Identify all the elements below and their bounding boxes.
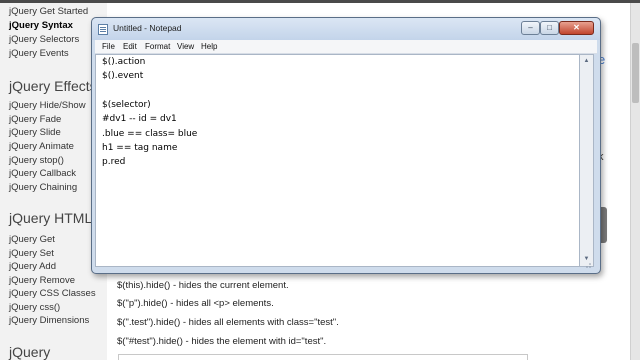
text-line: #dv1 -- id = dv1: [102, 114, 177, 124]
sidebar-link-get-started[interactable]: jQuery Get Started: [9, 6, 88, 17]
sidebar-link-chaining[interactable]: jQuery Chaining: [9, 182, 77, 193]
menu-view[interactable]: View: [177, 42, 194, 51]
page-right-edge: e k: [598, 3, 630, 360]
sidebar-link-events[interactable]: jQuery Events: [9, 48, 69, 59]
sidebar-link-fade[interactable]: jQuery Fade: [9, 114, 61, 125]
sidebar-link-slide[interactable]: jQuery Slide: [9, 127, 61, 138]
sidebar-link-selectors[interactable]: jQuery Selectors: [9, 34, 79, 45]
content-example-line: $("#test").hide() - hides the element wi…: [117, 336, 327, 347]
notepad-title-bar[interactable]: Untitled - Notepad – □ ✕: [92, 18, 600, 40]
notepad-title: Untitled - Notepad: [113, 23, 182, 33]
content-example-line: $("p").hide() - hides all <p> elements.: [117, 298, 274, 309]
notepad-vertical-scrollbar[interactable]: ▲ ▼: [580, 54, 594, 267]
sidebar-link-hide-show[interactable]: jQuery Hide/Show: [9, 100, 86, 111]
close-button[interactable]: ✕: [559, 21, 594, 35]
sidebar-link-css-classes[interactable]: jQuery CSS Classes: [9, 288, 96, 299]
text-line: p.red: [102, 157, 126, 167]
minimize-button[interactable]: –: [521, 21, 540, 35]
scroll-up-arrow-icon[interactable]: ▲: [582, 57, 591, 66]
content-example-line: $(this).hide() - hides the current eleme…: [117, 280, 289, 291]
sidebar-link-css[interactable]: jQuery css(): [9, 302, 60, 313]
menu-help[interactable]: Help: [201, 42, 217, 51]
content-example-box: [118, 354, 528, 360]
notepad-window[interactable]: Untitled - Notepad – □ ✕ File Edit Forma…: [91, 17, 601, 274]
sidebar-link-get[interactable]: jQuery Get: [9, 234, 55, 245]
menu-format[interactable]: Format: [145, 42, 170, 51]
content-example-line: $(".test").hide() - hides all elements w…: [117, 317, 339, 328]
menu-edit[interactable]: Edit: [123, 42, 137, 51]
notepad-menu-bar: File Edit Format View Help: [95, 40, 597, 54]
sidebar-link-syntax[interactable]: jQuery Syntax: [9, 20, 73, 31]
menu-file[interactable]: File: [102, 42, 115, 51]
sidebar-link-set[interactable]: jQuery Set: [9, 248, 54, 259]
sidebar-link-stop[interactable]: jQuery stop(): [9, 155, 64, 166]
sidebar-link-callback[interactable]: jQuery Callback: [9, 168, 76, 179]
maximize-button[interactable]: □: [540, 21, 559, 35]
notepad-text-area[interactable]: $().action $().event $(selector) #dv1 --…: [95, 54, 580, 267]
sidebar-heading-html: jQuery HTML: [9, 210, 93, 226]
sidebar-heading-effects: jQuery Effects: [9, 78, 97, 94]
sidebar-link-animate[interactable]: jQuery Animate: [9, 141, 74, 152]
text-line: $().event: [102, 71, 144, 81]
text-line: $().action: [102, 57, 146, 67]
sidebar-link-remove[interactable]: jQuery Remove: [9, 275, 75, 286]
page-scroll-thumb[interactable]: [632, 43, 639, 103]
resize-grip-icon[interactable]: [582, 261, 592, 269]
page-scrollbar[interactable]: [630, 3, 640, 360]
text-line: .blue == class= blue: [102, 129, 198, 139]
text-line: $(selector): [102, 100, 151, 110]
sidebar-heading-next: jQuery: [9, 344, 51, 360]
notepad-app-icon: [98, 24, 108, 35]
sidebar-link-dimensions[interactable]: jQuery Dimensions: [9, 315, 89, 326]
text-line: h1 == tag name: [102, 143, 178, 153]
sidebar-link-add[interactable]: jQuery Add: [9, 261, 56, 272]
